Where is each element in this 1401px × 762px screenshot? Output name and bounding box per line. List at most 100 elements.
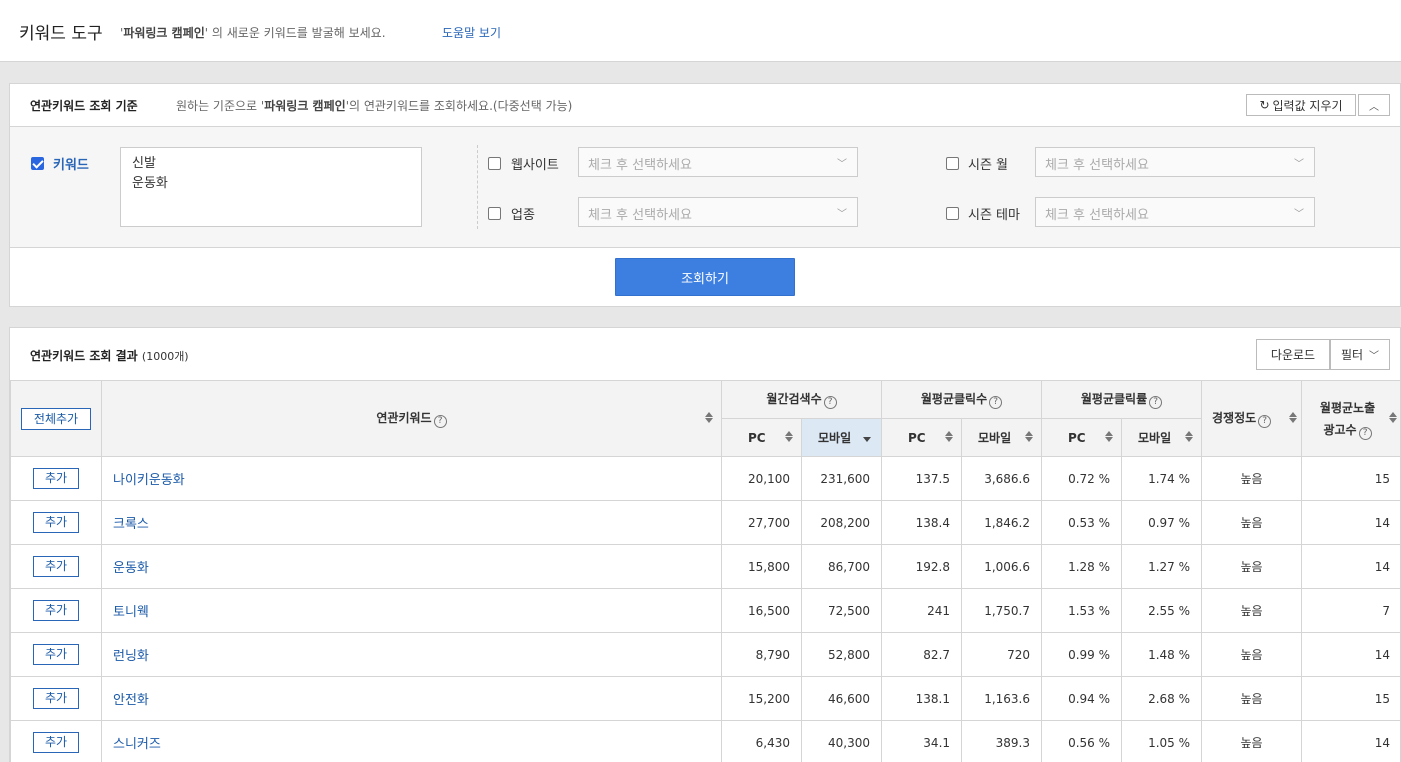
- clicks-mobile-cell: 720: [961, 632, 1043, 677]
- search-pc-cell: 6,430: [721, 720, 802, 762]
- filter-dropdown[interactable]: 필터 ﹀: [1330, 339, 1390, 370]
- website-select[interactable]: 체크 후 선택하세요 ﹀: [578, 147, 858, 177]
- header-search-pc[interactable]: PC: [721, 418, 802, 457]
- add-button[interactable]: 추가: [33, 688, 79, 709]
- table-row: 추가 나이키운동화 20,100 231,600 137.5 3,686.6 0.72 % 1…: [10, 456, 1400, 501]
- sort-icon[interactable]: [1289, 411, 1298, 423]
- keyword-cell[interactable]: 나이키운동화: [101, 456, 722, 501]
- competition-cell: 높음: [1201, 456, 1303, 501]
- header-clicks-mobile[interactable]: 모바일: [961, 418, 1043, 457]
- table-row: 추가 운동화 15,800 86,700 192.8 1,006.6 1.28 % 1.27 …: [10, 544, 1400, 589]
- help-link[interactable]: 도움말 보기: [442, 24, 501, 41]
- clicks-mobile-cell: 389.3: [961, 720, 1043, 762]
- chevron-down-icon: ﹀: [837, 209, 847, 220]
- search-mobile-cell: 40,300: [800, 720, 883, 762]
- sort-desc-icon[interactable]: [863, 436, 872, 442]
- header-ctr-mobile[interactable]: 모바일: [1121, 418, 1203, 457]
- keyword-cell[interactable]: 크록스: [101, 500, 722, 545]
- header-competition[interactable]: 경쟁정도?: [1201, 380, 1303, 457]
- ad-count-cell: 14: [1301, 544, 1400, 589]
- reset-input-button[interactable]: ↻ 입력값 지우기: [1246, 94, 1356, 116]
- header-keyword[interactable]: 연관키워드?: [101, 380, 722, 457]
- season-month-checkbox[interactable]: [946, 157, 959, 170]
- add-cell: 추가: [10, 632, 102, 677]
- competition-cell: 높음: [1201, 500, 1303, 545]
- header-clicks-pc[interactable]: PC: [881, 418, 963, 457]
- sort-icon[interactable]: [785, 430, 793, 442]
- help-icon[interactable]: ?: [1358, 426, 1372, 440]
- help-icon[interactable]: ?: [989, 396, 1003, 409]
- add-cell: 추가: [10, 588, 102, 633]
- keyword-line: 신발: [132, 156, 156, 171]
- add-button[interactable]: 추가: [33, 468, 79, 489]
- competition-cell: 높음: [1201, 632, 1303, 677]
- sort-icon[interactable]: [1025, 430, 1034, 442]
- ctr-pc-cell: 0.72 %: [1041, 456, 1123, 501]
- add-button[interactable]: 추가: [33, 644, 79, 665]
- add-button[interactable]: 추가: [33, 600, 79, 621]
- page-description: '파워링크 캠페인' 의 새로운 키워드를 발굴해 보세요.: [120, 26, 386, 40]
- sort-icon[interactable]: [1185, 430, 1194, 442]
- keyword-cell[interactable]: 토니웩: [101, 588, 722, 633]
- sort-icon[interactable]: [945, 430, 954, 442]
- competition-cell: 높음: [1201, 544, 1303, 589]
- download-button[interactable]: 다운로드: [1256, 339, 1330, 370]
- search-pc-cell: 15,800: [721, 544, 802, 589]
- industry-checkbox[interactable]: [488, 207, 501, 220]
- table-row: 추가 크록스 27,700 208,200 138.4 1,846.2 0.53 % 0.97…: [10, 500, 1400, 545]
- sort-icon[interactable]: [705, 411, 713, 423]
- add-button[interactable]: 추가: [33, 512, 79, 533]
- header-search-mobile[interactable]: 모바일: [800, 418, 883, 457]
- help-icon[interactable]: ?: [823, 396, 837, 409]
- ctr-pc-cell: 0.56 %: [1041, 720, 1123, 762]
- keyword-cell[interactable]: 런닝화: [101, 632, 722, 677]
- help-icon[interactable]: ?: [1258, 415, 1272, 428]
- search-pc-cell: 16,500: [721, 588, 802, 633]
- keyword-checkbox[interactable]: [31, 157, 44, 170]
- keyword-cell[interactable]: 스니커즈: [101, 720, 722, 762]
- keyword-cell[interactable]: 운동화: [101, 544, 722, 589]
- ctr-pc-cell: 0.53 %: [1041, 500, 1123, 545]
- ctr-pc-cell: 1.28 %: [1041, 544, 1123, 589]
- collapse-button[interactable]: ︿: [1358, 94, 1390, 116]
- help-icon[interactable]: ?: [1149, 396, 1163, 409]
- ad-count-cell: 15: [1301, 676, 1400, 721]
- header-ad-count[interactable]: 월평균노출 광고수?: [1301, 380, 1400, 457]
- keyword-textarea[interactable]: 신발 운동화: [120, 147, 422, 227]
- ctr-pc-cell: 0.99 %: [1041, 632, 1123, 677]
- add-all-button[interactable]: 전체추가: [21, 407, 91, 430]
- header-ctr-pc[interactable]: PC: [1041, 418, 1123, 457]
- season-month-label: 시즌 월: [968, 158, 1009, 173]
- add-button[interactable]: 추가: [33, 732, 79, 753]
- header-add-all: 전체추가: [10, 380, 102, 457]
- table-row: 추가 토니웩 16,500 72,500 241 1,750.7 1.53 % 2.55 % 높…: [10, 588, 1400, 633]
- season-month-select[interactable]: 체크 후 선택하세요 ﹀: [1035, 147, 1315, 177]
- chevron-down-icon: ﹀: [1294, 209, 1304, 220]
- website-checkbox[interactable]: [488, 157, 501, 170]
- add-cell: 추가: [10, 676, 102, 721]
- keyword-cell[interactable]: 안전화: [101, 676, 722, 721]
- criteria-description: 원하는 기준으로 '파워링크 캠페인'의 연관키워드를 조회하세요.(다중선택 …: [176, 99, 573, 113]
- help-icon[interactable]: ?: [433, 415, 447, 428]
- add-cell: 추가: [10, 500, 102, 545]
- sort-icon[interactable]: [1105, 430, 1114, 442]
- criteria-title: 연관키워드 조회 기준: [30, 99, 138, 113]
- clicks-pc-cell: 192.8: [881, 544, 963, 589]
- page-title: 키워드 도구: [19, 24, 103, 44]
- sort-icon[interactable]: [1389, 411, 1398, 423]
- ctr-mobile-cell: 0.97 %: [1121, 500, 1203, 545]
- results-table: 전체추가 연관키워드? 월간검색수? 월평균클릭수? 월평균클릭률? 경쟁정도?…: [10, 380, 1400, 762]
- search-pc-cell: 15,200: [721, 676, 802, 721]
- search-button[interactable]: 조회하기: [615, 258, 795, 296]
- season-theme-checkbox[interactable]: [946, 207, 959, 220]
- results-count: (1000개): [141, 350, 189, 363]
- search-mobile-cell: 46,600: [800, 676, 883, 721]
- add-button[interactable]: 추가: [33, 556, 79, 577]
- chevron-up-icon: ︿: [1369, 101, 1379, 113]
- industry-select[interactable]: 체크 후 선택하세요 ﹀: [578, 197, 858, 227]
- search-mobile-cell: 72,500: [800, 588, 883, 633]
- results-header: 연관키워드 조회 결과 (1000개) 다운로드 필터 ﹀: [10, 328, 1400, 381]
- search-pc-cell: 27,700: [721, 500, 802, 545]
- results-title: 연관키워드 조회 결과 (1000개): [30, 349, 189, 363]
- season-theme-select[interactable]: 체크 후 선택하세요 ﹀: [1035, 197, 1315, 227]
